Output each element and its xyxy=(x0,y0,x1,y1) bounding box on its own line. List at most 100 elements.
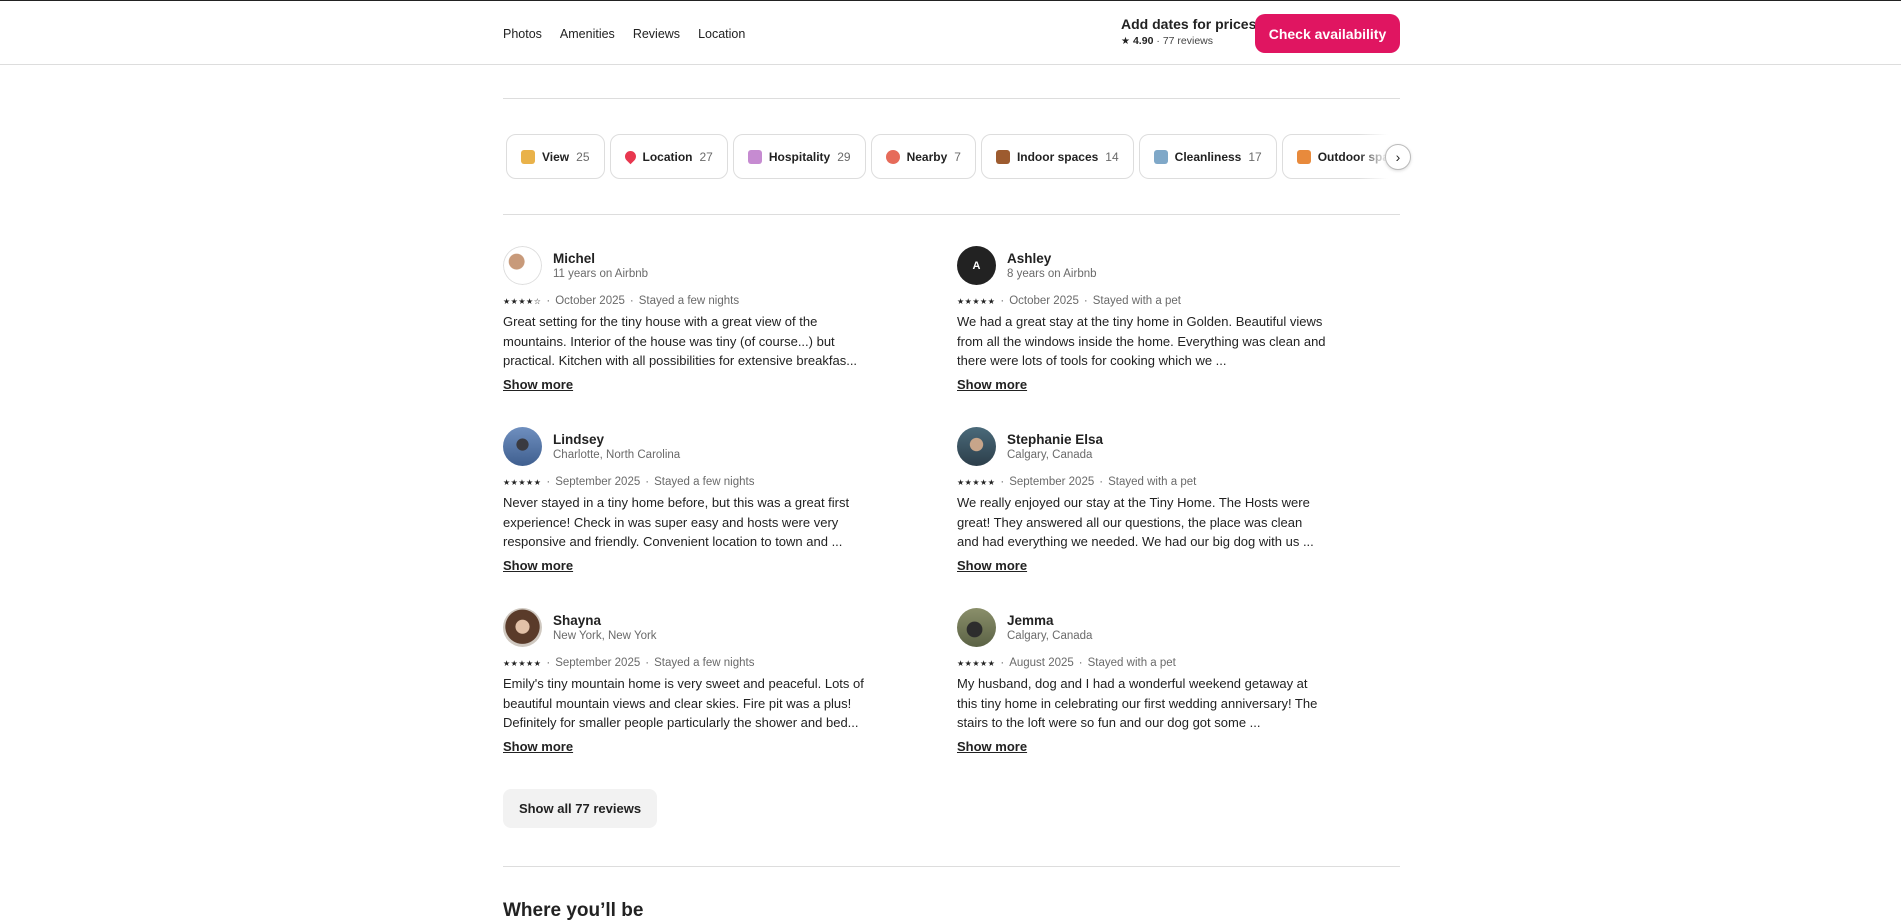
reviewer-name: Stephanie Elsa xyxy=(1007,431,1104,447)
show-more-link[interactable]: Show more xyxy=(503,739,573,754)
reviewer-name: Shayna xyxy=(553,612,602,628)
separator: · xyxy=(1000,657,1005,669)
separator: · xyxy=(1000,476,1005,488)
star-rating: ★★★★★ xyxy=(957,477,996,487)
review-date: October 2025 xyxy=(555,295,625,307)
divider xyxy=(503,98,1400,99)
separator: · xyxy=(546,295,551,307)
review-card: A Ashley 8 years on Airbnb ★★★★★ · October… xyxy=(957,246,1327,394)
review-date: August 2025 xyxy=(1009,657,1074,669)
section-nav: Photos Amenities Reviews Location xyxy=(503,27,745,41)
stay-type: Stayed a few nights xyxy=(654,657,755,669)
chevron-right-icon[interactable]: › xyxy=(1385,144,1411,170)
separator: · xyxy=(1083,295,1088,307)
review-date: October 2025 xyxy=(1009,295,1079,307)
category-chip-hospitality[interactable]: Hospitality 29 xyxy=(732,134,866,179)
stay-type: Stayed with a pet xyxy=(1092,295,1181,307)
star-icon: ★ xyxy=(1121,35,1130,47)
review-date: September 2025 xyxy=(555,476,641,488)
price-title: Add dates for prices xyxy=(1121,16,1257,32)
show-more-link[interactable]: Show more xyxy=(957,739,1027,754)
show-more-link[interactable]: Show more xyxy=(503,558,573,573)
star-rating: ★★★★★ xyxy=(503,658,542,668)
chip-count: 29 xyxy=(837,149,851,164)
category-chip-indoor-spaces[interactable]: Indoor spaces 14 xyxy=(980,134,1134,179)
reviewer-tenure: 11 years on Airbnb xyxy=(553,267,649,280)
reviewer-location: Calgary, Canada xyxy=(1007,629,1093,642)
category-chip-nearby[interactable]: Nearby 7 xyxy=(870,134,976,179)
avatar[interactable] xyxy=(503,608,542,647)
nav-location[interactable]: Location xyxy=(698,27,745,41)
nav-reviews[interactable]: Reviews xyxy=(633,27,680,41)
review-date: September 2025 xyxy=(555,657,641,669)
review-card: Michel 11 years on Airbnb ★★★★☆ · October … xyxy=(503,246,873,394)
review-text: We had a great stay at the tiny home in … xyxy=(957,314,1326,368)
avatar[interactable] xyxy=(957,427,996,466)
review-text: We really enjoyed our stay at the Tiny H… xyxy=(957,495,1314,549)
chip-label: Nearby xyxy=(906,149,948,164)
chip-count: 25 xyxy=(576,149,590,164)
chip-count: 7 xyxy=(954,149,961,164)
chip-label: Hospitality xyxy=(768,149,831,164)
check-availability-button[interactable]: Check availability xyxy=(1255,14,1400,53)
price-summary: Add dates for prices ★ 4.90 · 77 reviews xyxy=(1121,16,1256,47)
avatar[interactable] xyxy=(503,246,542,285)
reviewer-name: Michel xyxy=(553,250,596,266)
separator: · xyxy=(1000,295,1005,307)
review-text: Never stayed in a tiny home before, but … xyxy=(503,495,850,549)
avatar[interactable]: A xyxy=(957,246,996,285)
separator: · xyxy=(645,476,650,488)
stay-type: Stayed with a pet xyxy=(1108,476,1197,488)
separator: · xyxy=(1099,476,1104,488)
avatar[interactable] xyxy=(503,427,542,466)
stay-type: Stayed with a pet xyxy=(1087,657,1176,669)
star-rating: ★★★★★ xyxy=(957,658,996,668)
review-text: Great setting for the tiny house with a … xyxy=(503,314,858,368)
review-card: Jemma Calgary, Canada ★★★★★ · August 2025 ·… xyxy=(957,608,1327,756)
reviewer-name: Ashley xyxy=(1007,250,1052,266)
star-rating: ★★★★★ xyxy=(957,296,996,306)
chip-label: Indoor spaces xyxy=(1016,149,1099,164)
sticky-header: Photos Amenities Reviews Location Add da… xyxy=(0,0,1901,65)
nav-amenities[interactable]: Amenities xyxy=(560,27,615,41)
show-all-reviews-button[interactable]: Show all 77 reviews xyxy=(503,789,657,828)
category-chip-cleanliness[interactable]: Cleanliness 17 xyxy=(1138,134,1277,179)
review-card: Stephanie Elsa Calgary, Canada ★★★★★ · Sep… xyxy=(957,427,1327,575)
show-more-link[interactable]: Show more xyxy=(957,558,1027,573)
review-card: Shayna New York, New York ★★★★★ · Septembe… xyxy=(503,608,873,756)
separator: · xyxy=(1078,657,1083,669)
chip-label: Cleanliness xyxy=(1174,149,1242,164)
person-icon xyxy=(885,149,900,164)
review-text: Emily's tiny mountain home is very sweet… xyxy=(503,676,864,730)
show-more-link[interactable]: Show more xyxy=(957,377,1027,392)
map-pin-icon xyxy=(622,148,638,165)
sunset-icon xyxy=(1296,149,1311,164)
rating-summary: ★ 4.90 · 77 reviews xyxy=(1121,35,1256,47)
category-chip-location[interactable]: Location 27 xyxy=(609,134,728,179)
chip-label: View xyxy=(542,149,570,164)
chip-count: 27 xyxy=(699,149,713,164)
divider xyxy=(503,866,1400,867)
review-card: Lindsey Charlotte, North Carolina ★★★★★ ·… xyxy=(503,427,873,575)
review-text: My husband, dog and I had a wonderful we… xyxy=(957,676,1318,730)
separator: · xyxy=(629,295,634,307)
reviewer-location: New York, New York xyxy=(553,629,657,642)
avatar[interactable] xyxy=(957,608,996,647)
star-rating: ★★★★★ xyxy=(503,477,542,487)
stay-type: Stayed a few nights xyxy=(638,295,740,307)
divider xyxy=(503,214,1400,215)
reviewer-location: Charlotte, North Carolina xyxy=(553,448,681,461)
review-date: September 2025 xyxy=(1009,476,1095,488)
landscape-icon xyxy=(521,149,535,164)
show-more-link[interactable]: Show more xyxy=(503,377,573,392)
chip-label: Location xyxy=(642,149,693,164)
separator: · xyxy=(645,657,650,669)
nav-photos[interactable]: Photos xyxy=(503,27,542,41)
reviewer-tenure: 8 years on Airbnb xyxy=(1007,267,1097,280)
star-rating: ★★★★☆ xyxy=(503,296,542,306)
category-chip-view[interactable]: View 25 xyxy=(506,134,605,179)
sofa-icon xyxy=(995,149,1010,164)
building-icon xyxy=(747,149,762,164)
separator: · xyxy=(546,476,551,488)
rating-value: 4.90 xyxy=(1132,35,1154,47)
